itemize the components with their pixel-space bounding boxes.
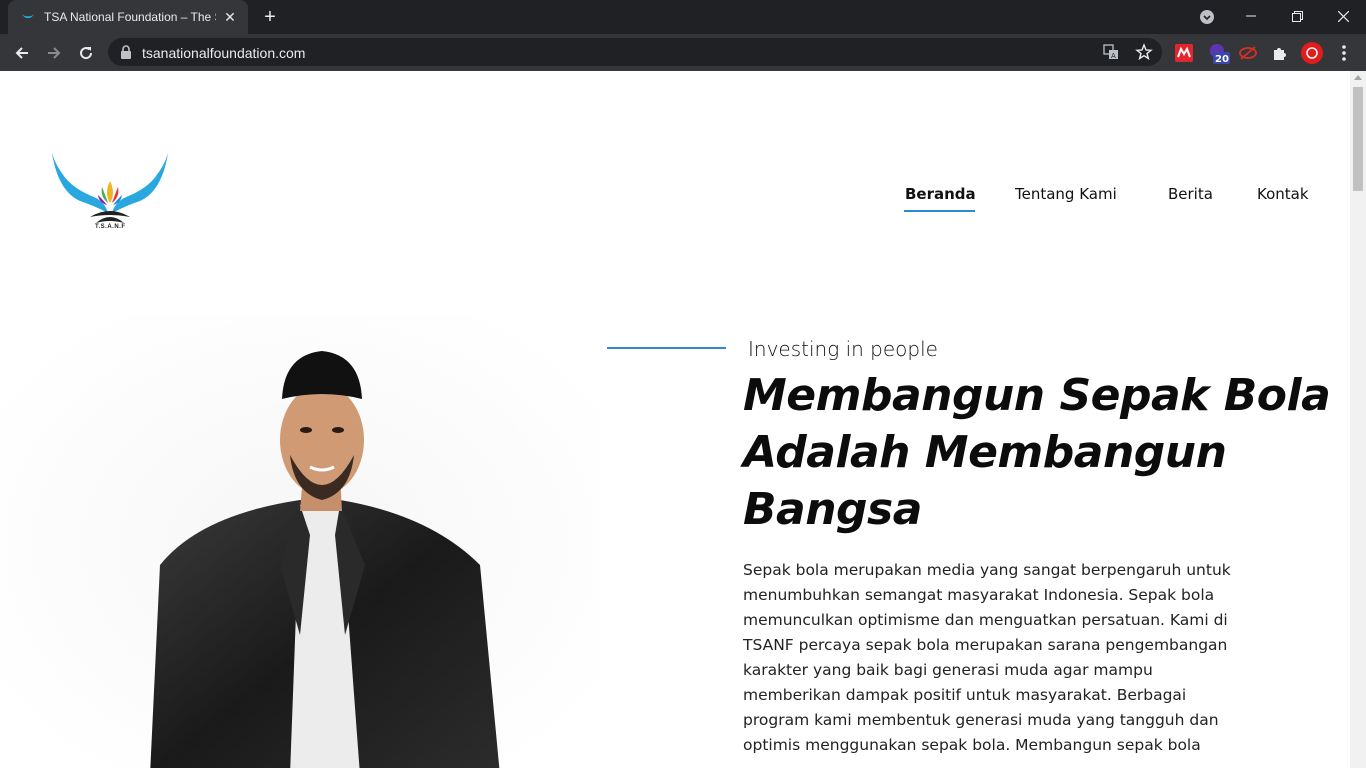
nav-beranda[interactable]: Beranda (905, 185, 976, 203)
tab-title: TSA National Foundation – The S (44, 10, 216, 24)
svg-text:20: 20 (1215, 54, 1229, 64)
body-line: menumbuhkan semangat masyarakat Indonesi… (743, 586, 1215, 604)
body-line: karakter yang baik bagi generasi muda ag… (743, 661, 1153, 679)
url-text: tsanationalfoundation.com (142, 45, 306, 61)
reload-icon[interactable] (72, 39, 100, 67)
address-bar[interactable]: tsanationalfoundation.com A (108, 38, 1162, 66)
restore-icon[interactable] (1274, 0, 1320, 32)
mendeley-extension-icon[interactable] (1173, 42, 1195, 64)
extension-badge-icon[interactable]: 20 (1208, 42, 1230, 64)
page-scrollbar[interactable] (1350, 71, 1366, 768)
scroll-up-arrow-icon[interactable] (1354, 75, 1362, 80)
site-logo[interactable] (50, 151, 170, 235)
eye-slash-extension-icon[interactable] (1237, 42, 1259, 64)
body-line: memberikan dampak positif untuk masyarak… (743, 686, 1187, 704)
hero-portrait-image (0, 315, 600, 768)
close-tab-icon[interactable]: ✕ (222, 9, 238, 25)
tab-search-icon[interactable] (1198, 8, 1216, 26)
lock-icon[interactable] (120, 45, 134, 59)
headline-line: Bangsa (743, 484, 922, 535)
minimize-icon[interactable] (1228, 0, 1274, 32)
nav-tentang-kami[interactable]: Tentang Kami (1015, 185, 1117, 203)
extensions-puzzle-icon[interactable] (1269, 42, 1291, 64)
hero-kicker: Investing in people (748, 337, 938, 361)
svg-text:A: A (1111, 52, 1116, 60)
new-tab-button[interactable]: + (258, 6, 282, 30)
close-window-icon[interactable] (1320, 0, 1366, 32)
profile-avatar[interactable] (1301, 42, 1323, 64)
body-line: program kami membentuk generasi muda yan… (743, 711, 1219, 729)
forward-icon[interactable] (40, 39, 68, 67)
translate-icon[interactable]: A (1102, 43, 1120, 61)
scrollbar-thumb[interactable] (1353, 87, 1363, 191)
browser-toolbar: tsanationalfoundation.com A 20 (0, 34, 1366, 71)
nav-kontak[interactable]: Kontak (1257, 185, 1309, 203)
kicker-accent-line (607, 347, 726, 349)
logo-text: T.S.A.N.F (95, 224, 126, 230)
body-line: memunculkan optimisme dan menguatkan per… (743, 611, 1228, 629)
site-favicon-icon (20, 9, 36, 25)
body-line: optimis menggunakan sepak bola. Membangu… (743, 736, 1201, 754)
bookmark-star-icon[interactable] (1135, 43, 1153, 61)
tab-strip: TSA National Foundation – The S ✕ + (0, 0, 1366, 34)
browser-tab[interactable]: TSA National Foundation – The S ✕ (8, 0, 248, 34)
nav-berita[interactable]: Berita (1168, 185, 1213, 203)
headline-line: Adalah Membangun (743, 427, 1227, 478)
page-viewport: T.S.A.N.F Beranda Tentang Kami Berita Ko… (0, 71, 1350, 768)
headline-line: Membangun Sepak Bola (743, 370, 1331, 421)
back-icon[interactable] (8, 39, 36, 67)
body-line: TSANF percaya sepak bola merupakan saran… (743, 636, 1228, 654)
body-line: Sepak bola merupakan media yang sangat b… (743, 561, 1231, 579)
hero-body-paragraph: Sepak bola merupakan media yang sangat b… (743, 558, 1273, 758)
menu-kebab-icon[interactable] (1333, 42, 1355, 64)
nav-active-underline (904, 210, 975, 212)
hero-headline: Membangun Sepak Bola Adalah Membangun Ba… (743, 367, 1343, 538)
